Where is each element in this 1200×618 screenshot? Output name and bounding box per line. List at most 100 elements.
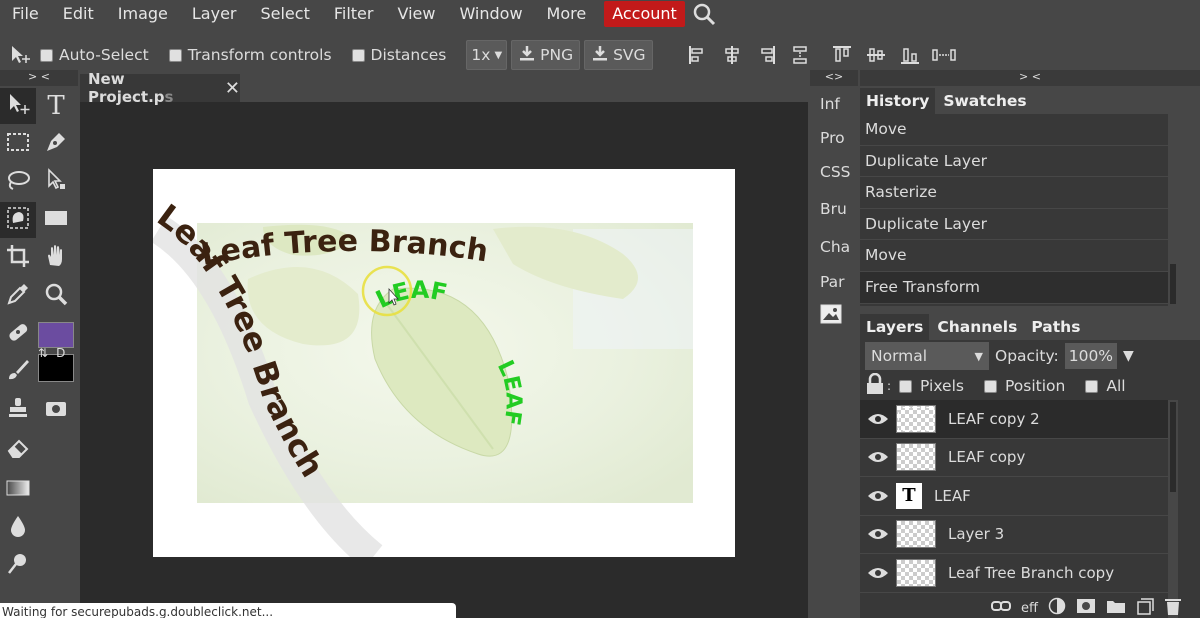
auto-select-option[interactable]: Auto-Select (40, 46, 149, 64)
layers-scrollbar[interactable] (1168, 400, 1178, 618)
brush-tool[interactable] (0, 354, 36, 390)
direct-select-tool[interactable] (38, 164, 74, 200)
align-middle-v-icon[interactable] (859, 40, 893, 70)
menu-view[interactable]: View (385, 0, 447, 28)
canvas[interactable]: Leaf Tree Branch Leaf Tree Branch LEAF L… (153, 169, 735, 557)
layer-row[interactable]: Layer 3 (860, 516, 1168, 554)
layers-scroll-thumb[interactable] (1170, 402, 1176, 492)
eye-icon[interactable] (860, 527, 896, 541)
history-item[interactable]: Move (860, 240, 1168, 272)
swap-colors-control[interactable]: ⇅ D (38, 346, 65, 360)
align-top-icon[interactable] (825, 40, 859, 70)
eye-icon[interactable] (860, 566, 896, 580)
transform-controls-checkbox[interactable] (168, 48, 182, 62)
history-item[interactable]: Rasterize (860, 177, 1168, 209)
scale-dropdown[interactable]: 1x ▼ (466, 40, 508, 70)
lock-position-checkbox[interactable] (983, 379, 997, 393)
menu-layer[interactable]: Layer (180, 0, 249, 28)
export-png-button[interactable]: PNG (511, 40, 581, 70)
menu-edit[interactable]: Edit (51, 0, 106, 28)
type-tool[interactable]: T (38, 88, 74, 124)
new-layer-icon[interactable] (1136, 597, 1154, 618)
tab-paths[interactable]: Paths (1025, 314, 1087, 340)
tab-history[interactable]: History (860, 88, 936, 114)
align-bottom-icon[interactable] (893, 40, 927, 70)
healing-tool[interactable] (0, 316, 36, 352)
crop-tool[interactable] (0, 240, 36, 276)
move-tool[interactable] (0, 88, 36, 124)
marquee-tool[interactable] (0, 126, 36, 162)
mini-panel-toggle[interactable]: <> (810, 70, 858, 86)
camera-tool[interactable] (38, 392, 74, 428)
distribute-v-icon[interactable] (783, 40, 817, 70)
opacity-input[interactable]: 100% (1064, 343, 1118, 369)
tab-layers[interactable]: Layers (860, 314, 930, 340)
folder-icon[interactable] (1106, 598, 1126, 618)
mini-panel-info[interactable]: Inf (810, 87, 858, 121)
eyedropper-tool[interactable] (0, 278, 36, 314)
dodge-tool[interactable] (0, 548, 36, 584)
mini-panel-properties[interactable]: Pro (810, 121, 858, 155)
align-left-icon[interactable] (681, 40, 715, 70)
export-svg-button[interactable]: SVG (584, 40, 653, 70)
lasso-tool[interactable] (0, 164, 36, 200)
hand-tool[interactable] (38, 240, 74, 276)
layer-row[interactable]: LEAF copy 2 (860, 400, 1168, 439)
lock-all-checkbox[interactable] (1085, 379, 1099, 393)
distribute-h-icon[interactable] (927, 40, 961, 70)
trash-icon[interactable] (1164, 596, 1182, 618)
blend-mode-select[interactable]: Normal ▼ (865, 342, 989, 370)
eye-icon[interactable] (860, 412, 896, 426)
menu-image[interactable]: Image (106, 0, 180, 28)
adjustment-icon[interactable] (1048, 597, 1066, 618)
history-item[interactable]: Duplicate Layer (860, 209, 1168, 241)
history-item[interactable]: Duplicate Layer (860, 146, 1168, 178)
zoom-tool[interactable] (38, 278, 74, 314)
distances-checkbox[interactable] (351, 48, 365, 62)
foreground-color-swatch[interactable] (38, 322, 74, 348)
pen-tool[interactable] (38, 126, 74, 162)
layer-row[interactable]: LEAF copy (860, 439, 1168, 477)
blur-tool[interactable] (0, 510, 36, 546)
tab-swatches[interactable]: Swatches (937, 88, 1033, 114)
menu-file[interactable]: File (0, 0, 51, 28)
transform-controls-option[interactable]: Transform controls (168, 46, 332, 64)
menu-select[interactable]: Select (248, 0, 321, 28)
auto-select-checkbox[interactable] (40, 48, 53, 62)
menu-more[interactable]: More (535, 0, 599, 28)
mini-panel-css[interactable]: CSS (810, 155, 858, 189)
mask-icon[interactable] (1076, 598, 1096, 618)
shape-tool[interactable] (38, 202, 74, 238)
history-scroll-thumb[interactable] (1170, 264, 1176, 304)
quick-select-tool[interactable] (0, 202, 36, 238)
mini-panel-brush[interactable]: Bru (810, 189, 858, 229)
distances-option[interactable]: Distances (351, 46, 446, 64)
align-center-h-icon[interactable] (715, 40, 749, 70)
document-tab[interactable]: New Project.ps ✕ (80, 70, 240, 106)
eye-icon[interactable] (860, 489, 896, 503)
opacity-dropdown-icon[interactable]: ▼ (1123, 348, 1134, 364)
account-button[interactable]: Account (604, 1, 685, 27)
layer-row[interactable]: Leaf Tree Branch copy (860, 554, 1168, 593)
mini-panel-character[interactable]: Cha (810, 229, 858, 265)
clone-stamp-tool[interactable] (0, 392, 36, 428)
align-right-icon[interactable] (749, 40, 783, 70)
search-icon[interactable] (689, 0, 719, 28)
menu-filter[interactable]: Filter (322, 0, 386, 28)
menu-window[interactable]: Window (447, 0, 534, 28)
tab-channels[interactable]: Channels (931, 314, 1024, 340)
eraser-tool[interactable] (0, 432, 36, 468)
tools-panel-toggle[interactable]: > < (0, 70, 78, 86)
effects-button[interactable]: eff (1021, 601, 1038, 616)
history-scrollbar[interactable] (1168, 114, 1178, 306)
history-item[interactable]: Move (860, 114, 1168, 146)
gradient-tool[interactable] (0, 472, 36, 508)
link-icon[interactable] (991, 600, 1012, 616)
eye-icon[interactable] (860, 450, 896, 464)
close-icon[interactable]: ✕ (225, 78, 240, 99)
mini-panel-image[interactable] (810, 299, 858, 333)
right-panel-toggle[interactable]: > < (860, 70, 1200, 86)
mini-panel-paragraph[interactable]: Par (810, 265, 858, 299)
lock-pixels-checkbox[interactable] (899, 379, 913, 393)
history-item[interactable]: Free Transform (860, 271, 1168, 304)
